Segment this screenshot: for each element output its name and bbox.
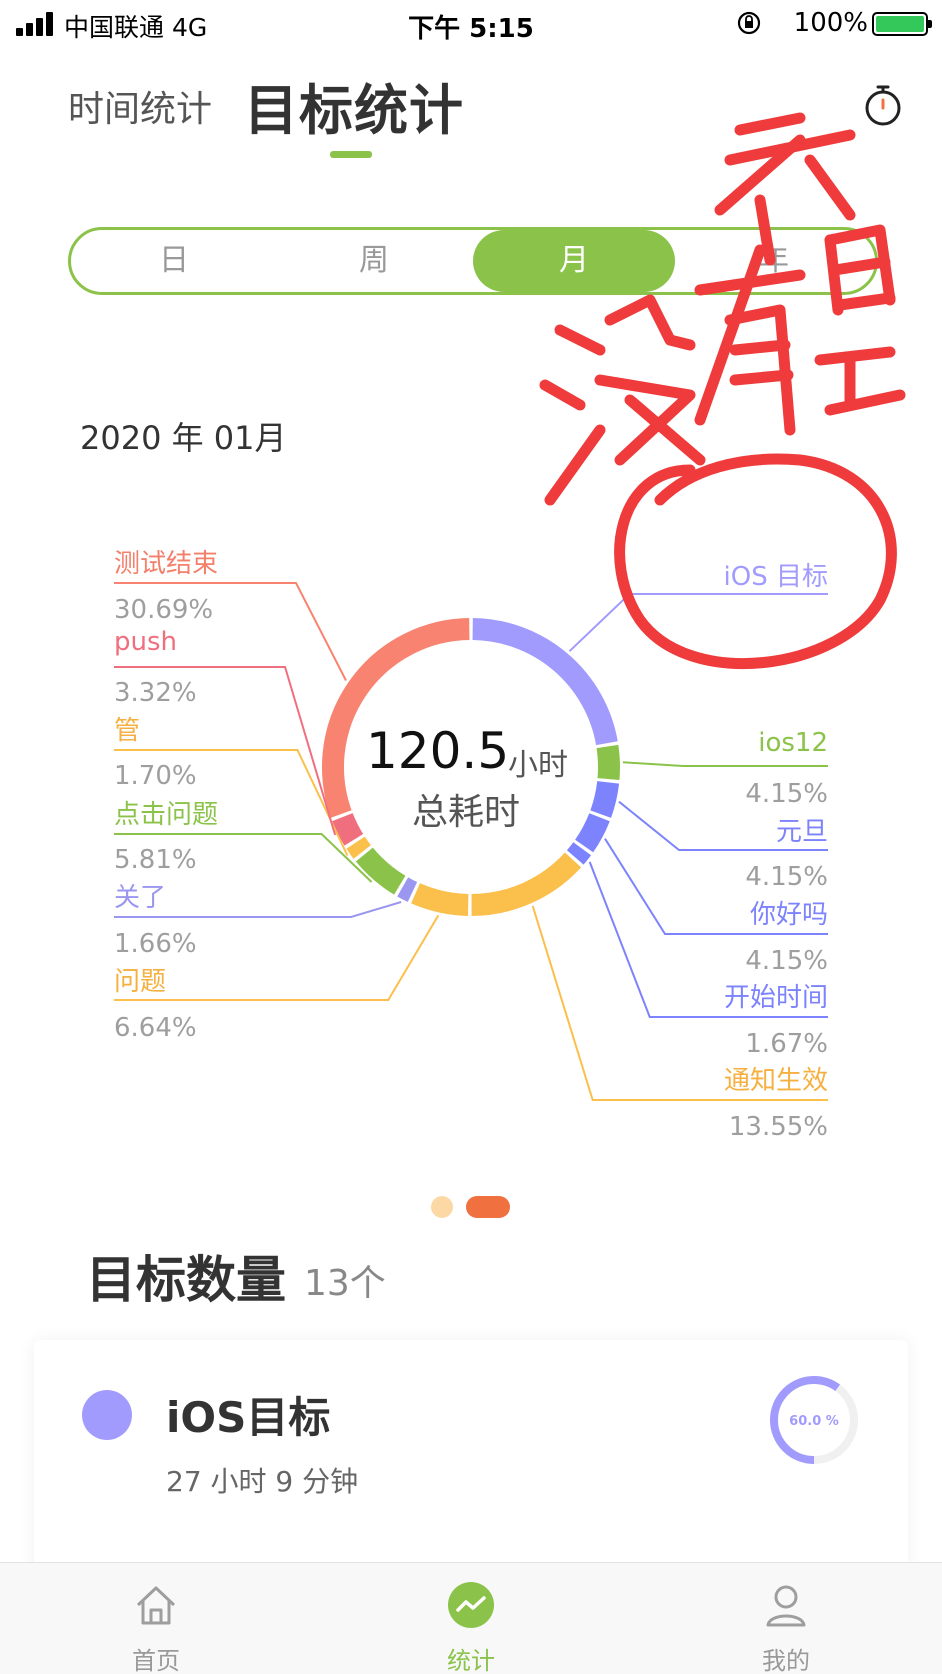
donut-slice-push: [332, 812, 364, 846]
legend-percent-通知生效: 13.55%: [728, 1112, 828, 1142]
donut-slice-元旦: [590, 780, 620, 818]
legend-percent-管: 1.70%: [114, 761, 197, 791]
legend-label-ios12: ios12: [758, 728, 828, 758]
segment-year[interactable]: 年: [673, 230, 875, 292]
legend-percent-ios12: 4.15%: [745, 779, 828, 809]
page-indicator-1[interactable]: [431, 1196, 453, 1218]
page-indicator-2[interactable]: [466, 1196, 510, 1218]
donut-slice-通知生效: [471, 852, 582, 916]
legend-label-测试结束: 测试结束: [114, 549, 219, 579]
status-bar: 中国联通 4G 下午 5:15 100%: [0, 0, 942, 48]
donut-slice-开始时间: [566, 842, 592, 865]
leader-line-ios12: [622, 761, 828, 767]
leader-line-iOS-目标: [568, 593, 828, 652]
active-tab-indicator: [330, 151, 372, 158]
legend-percent-开始时间: 1.67%: [745, 1029, 828, 1059]
chart-trend-icon: [448, 1582, 494, 1628]
goal-progress-ring: 60.0 %: [770, 1376, 858, 1464]
legend-percent-你好吗: 4.15%: [745, 946, 828, 976]
legend-percent-点击问题: 5.81%: [114, 845, 197, 875]
tab-profile[interactable]: 我的: [706, 1563, 866, 1674]
goal-color-dot: [82, 1390, 132, 1440]
donut-slice-点击问题: [355, 847, 406, 895]
segment-day[interactable]: 日: [73, 230, 275, 292]
legend-label-开始时间: 开始时间: [723, 983, 828, 1013]
home-icon: [136, 1586, 176, 1625]
legend-percent-push: 3.32%: [114, 678, 197, 708]
legend-percent-测试结束: 30.69%: [114, 595, 214, 625]
donut-slice-关了: [397, 877, 418, 902]
donut-slice-管: [346, 836, 371, 859]
donut-slice-ios12: [596, 744, 620, 781]
battery-percent: 100%: [793, 8, 868, 38]
total-hours-unit: 小时: [508, 748, 568, 783]
goal-count-value: 13个: [304, 1263, 386, 1304]
segment-month[interactable]: 月: [473, 230, 675, 292]
tab-goal-stats[interactable]: 目标统计: [244, 66, 464, 145]
legend-label-管: 管: [114, 716, 141, 746]
rotation-lock-icon: [737, 11, 761, 35]
battery-icon: [872, 12, 932, 36]
donut-slice-问题: [411, 883, 469, 916]
stopwatch-icon[interactable]: [862, 82, 904, 128]
tab-home[interactable]: 首页: [76, 1563, 236, 1674]
tab-profile-label: 我的: [762, 1647, 810, 1674]
date-label: 2020 年 01月: [80, 419, 287, 457]
bottom-tab-bar: 首页 统计 我的: [0, 1562, 942, 1674]
legend-label-点击问题: 点击问题: [114, 800, 219, 830]
goal-count-title: 目标数量: [86, 1251, 286, 1309]
tab-time-stats[interactable]: 时间统计: [68, 80, 212, 132]
profile-icon: [766, 1585, 806, 1627]
legend-percent-问题: 6.64%: [114, 1013, 197, 1043]
legend-label-问题: 问题: [114, 967, 167, 997]
legend-percent-关了: 1.66%: [114, 929, 197, 959]
goal-name: iOS目标: [166, 1393, 331, 1442]
legend-label-push: push: [114, 627, 178, 657]
legend-label-你好吗: 你好吗: [749, 900, 828, 930]
total-hours-label: 总耗时: [412, 792, 521, 833]
segment-week[interactable]: 周: [273, 230, 475, 292]
legend-label-元旦: 元旦: [775, 817, 828, 847]
legend-percent-元旦: 4.15%: [745, 862, 828, 892]
legend-label-通知生效: 通知生效: [723, 1066, 828, 1096]
goal-time: 27 小时 9 分钟: [166, 1465, 359, 1498]
donut-slice-你好吗: [574, 813, 610, 853]
legend-label-关了: 关了: [114, 883, 167, 913]
tab-home-label: 首页: [132, 1647, 180, 1674]
tab-stats-label: 统计: [447, 1647, 495, 1674]
period-segment: 日 周 月 年: [68, 227, 878, 295]
goal-progress-label: 60.0 %: [789, 1414, 839, 1429]
total-hours-value: 120.5: [366, 722, 510, 780]
tab-stats[interactable]: 统计: [391, 1563, 551, 1674]
legend-label-ios-目标: iOS 目标: [723, 562, 828, 592]
